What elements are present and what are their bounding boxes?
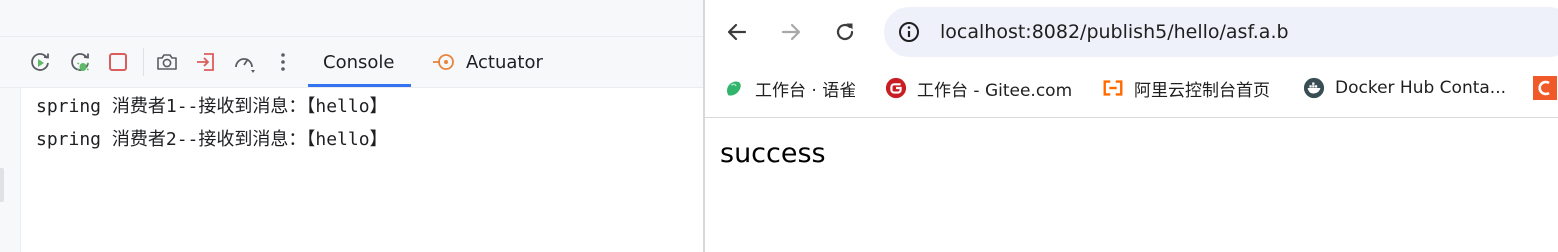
ide-panel: Console Actuator spring 消费者1--接收到消息：【hel… bbox=[0, 0, 703, 252]
exit-icon[interactable] bbox=[194, 50, 218, 74]
console-output: spring 消费者1--接收到消息：【hello】 spring 消费者2--… bbox=[36, 92, 388, 158]
tab-actuator[interactable]: Actuator bbox=[466, 50, 543, 76]
bookmark-label: 阿里云控制台首页 bbox=[1134, 80, 1270, 101]
docker-icon bbox=[1303, 77, 1325, 99]
more-icon[interactable] bbox=[271, 50, 295, 74]
browser-window: localhost:8082/publish5/hello/asf.a.b 工作… bbox=[705, 0, 1558, 252]
bookmark-overflow-icon[interactable] bbox=[1533, 76, 1557, 100]
camera-icon[interactable] bbox=[155, 50, 179, 74]
gauge-icon[interactable] bbox=[232, 50, 256, 74]
bookmark-aliyun[interactable]: 阿里云控制台首页 bbox=[1102, 76, 1270, 101]
bookmark-label: 工作台 - Gitee.com bbox=[917, 80, 1073, 101]
ide-title-strip bbox=[0, 0, 703, 36]
console-line: spring 消费者1--接收到消息：【hello】 bbox=[36, 96, 388, 117]
toolbar-separator bbox=[143, 48, 144, 76]
stop-icon[interactable] bbox=[106, 50, 130, 74]
bookmark-docker-hub[interactable]: Docker Hub Conta... bbox=[1303, 76, 1506, 100]
toolbar-divider bbox=[705, 117, 1558, 118]
gutter-marker bbox=[0, 168, 4, 202]
gitee-icon bbox=[885, 77, 907, 99]
rerun-icon[interactable] bbox=[28, 50, 52, 74]
bookmark-yuque[interactable]: 工作台 · 语雀 bbox=[723, 76, 857, 101]
forward-icon[interactable] bbox=[779, 20, 803, 44]
bookmark-label: 工作台 · 语雀 bbox=[755, 80, 857, 101]
site-info-icon[interactable] bbox=[897, 20, 921, 44]
page-body-text: success bbox=[720, 138, 826, 169]
bookmark-label: Docker Hub Conta... bbox=[1335, 78, 1507, 98]
back-icon[interactable] bbox=[725, 20, 749, 44]
rerun-debug-icon[interactable] bbox=[68, 50, 92, 74]
actuator-icon bbox=[433, 54, 454, 70]
url-text[interactable]: localhost:8082/publish5/hello/asf.a.b bbox=[940, 17, 1289, 47]
tab-console[interactable]: Console bbox=[323, 50, 394, 76]
reload-icon[interactable] bbox=[833, 20, 857, 44]
bookmark-gitee[interactable]: 工作台 - Gitee.com bbox=[885, 76, 1073, 101]
aliyun-icon bbox=[1103, 80, 1123, 96]
yuque-icon bbox=[727, 81, 741, 96]
active-tab-indicator bbox=[308, 84, 411, 87]
console-line: spring 消费者2--接收到消息：【hello】 bbox=[36, 129, 388, 150]
